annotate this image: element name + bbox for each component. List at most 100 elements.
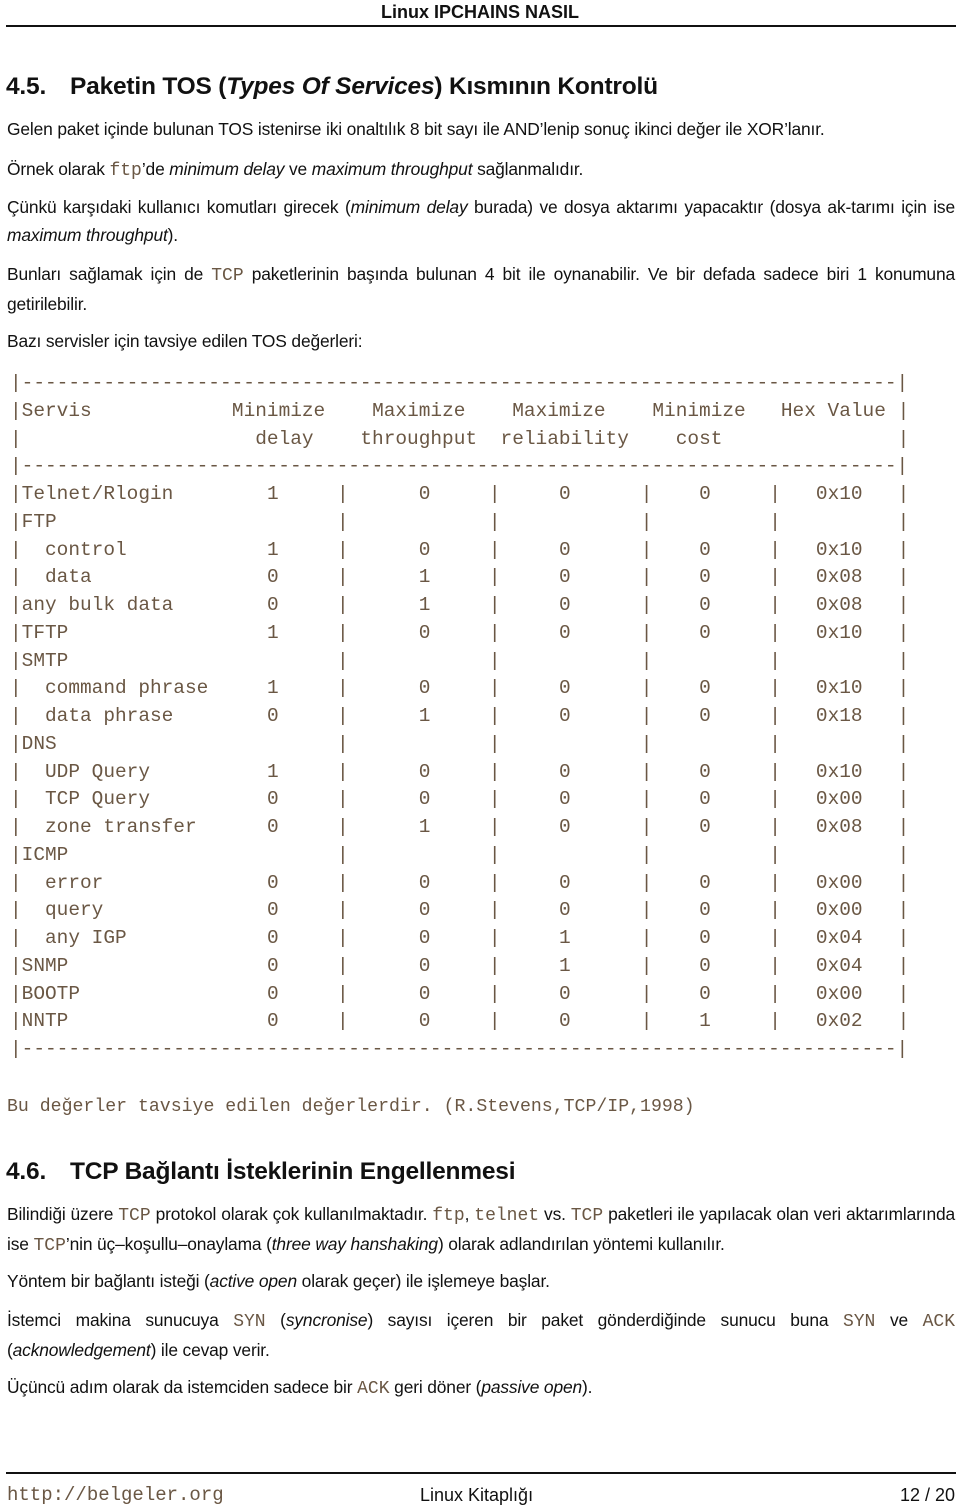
pipe: | <box>640 843 653 866</box>
min-cost-value: 0 <box>699 982 711 1005</box>
max-reliability-value: 0 <box>558 705 571 727</box>
pipe: | <box>10 538 22 561</box>
column-header: throughput <box>360 427 478 450</box>
text-segment: Bazı servisler için tavsiye edilen TOS d… <box>7 331 363 351</box>
service-name: any bulk data <box>21 594 174 616</box>
pipe: | <box>488 927 501 949</box>
text-segment: burada) ve dosya aktarımı yapacaktır (do… <box>467 197 956 217</box>
max-throughput-value: 0 <box>418 982 431 1005</box>
min-delay-value: 1 <box>266 483 279 505</box>
text-segment: olarak geçer) ile işlemeye başlar. <box>296 1271 550 1291</box>
pipe: | <box>897 871 910 894</box>
inline-code: SYN <box>842 1312 876 1332</box>
inline-code: telnet <box>474 1206 540 1226</box>
pipe: | <box>897 843 910 866</box>
pipe: | <box>337 732 349 755</box>
pipe: | <box>897 705 910 727</box>
max-reliability-value: 0 <box>558 594 571 616</box>
max-throughput-value: 1 <box>418 594 431 616</box>
min-cost-value: 0 <box>699 594 711 616</box>
text-segment: ( <box>265 1310 286 1330</box>
inline-code: TCP <box>118 1206 151 1226</box>
paragraph: Üçüncü adım olarak da istemciden sadece … <box>7 1373 955 1403</box>
max-throughput-value: 0 <box>418 760 431 783</box>
hex-value: 0x00 <box>815 788 863 811</box>
hex-value: 0x08 <box>815 816 863 838</box>
service-name: error <box>21 871 104 894</box>
pipe: | <box>769 954 781 977</box>
min-delay-value: 0 <box>266 788 279 811</box>
pipe: | <box>897 816 910 838</box>
paragraph: Bunları sağlamak için de TCP paketlerini… <box>7 260 955 318</box>
min-delay-value: 0 <box>266 705 279 727</box>
pipe: | <box>769 677 781 700</box>
pipe: | <box>10 927 22 949</box>
text-segment: ) Kısmının Kontrolü <box>434 73 658 100</box>
pipe: | <box>337 982 349 1005</box>
pipe: | <box>640 871 653 894</box>
pipe: | <box>640 538 653 561</box>
max-throughput-value: 1 <box>418 566 431 589</box>
max-reliability-value: 0 <box>558 621 571 644</box>
footer-url-link[interactable]: http://belgeler.org <box>7 1482 224 1508</box>
pipe: | <box>10 510 22 533</box>
max-throughput-value: 0 <box>418 1010 431 1033</box>
hex-value: 0x00 <box>815 871 863 894</box>
pipe: | <box>10 760 22 783</box>
section-title: Paketin TOS (Types Of Services) Kısmının… <box>70 73 658 100</box>
pipe: | <box>640 954 653 977</box>
text-segment: ’de <box>141 159 170 179</box>
pipe: | <box>769 816 781 838</box>
max-throughput-value: 0 <box>418 871 431 894</box>
service-name: control <box>21 538 127 561</box>
inline-code: ftp <box>432 1206 465 1226</box>
min-delay-value: 0 <box>266 871 279 894</box>
pipe: | <box>769 566 781 589</box>
separator-line: |---------------------------------------… <box>10 1038 909 1060</box>
max-throughput-value: 0 <box>418 899 431 922</box>
service-name: Telnet/Rlogin <box>21 483 174 505</box>
max-reliability-value: 1 <box>558 927 571 949</box>
min-delay-value: 0 <box>266 927 279 949</box>
hex-value: 0x18 <box>815 705 863 727</box>
min-cost-value: 0 <box>699 705 711 727</box>
service-name: TCP Query <box>21 788 150 811</box>
pipe: | <box>640 982 653 1005</box>
min-delay-value: 0 <box>266 566 279 589</box>
text-segment: İstemci makina sunucuya <box>7 1310 234 1330</box>
max-throughput-value: 0 <box>418 788 431 811</box>
pipe: | <box>10 788 22 811</box>
text-segment: Bunları sağlamak için de <box>7 264 212 284</box>
text-segment: ) ile cevap verir. <box>150 1340 270 1360</box>
hex-value: 0x10 <box>815 621 863 644</box>
pipe: | <box>640 816 653 838</box>
inline-code: ACK <box>357 1379 390 1399</box>
pipe: | <box>769 760 781 783</box>
pipe: | <box>337 954 349 977</box>
min-cost-value: 0 <box>699 483 711 505</box>
pipe: | <box>10 899 22 922</box>
pipe: | <box>640 677 653 700</box>
min-cost-value: 0 <box>699 677 711 700</box>
pipe: | <box>897 399 910 422</box>
pipe: | <box>897 677 910 700</box>
pipe: | <box>897 621 910 644</box>
emphasis-text: acknowledgement <box>12 1340 151 1360</box>
pipe: | <box>488 871 501 894</box>
pipe: | <box>337 621 349 644</box>
pipe: | <box>10 483 22 505</box>
pipe: | <box>337 1010 349 1033</box>
max-reliability-value: 0 <box>558 788 571 811</box>
min-delay-value: 0 <box>266 954 279 977</box>
pipe: | <box>10 1010 22 1033</box>
emphasis-text: active open <box>209 1271 297 1291</box>
pipe: | <box>10 399 22 422</box>
text-segment: ’nin üç–koşullu–onaylama ( <box>65 1234 272 1254</box>
max-reliability-value: 0 <box>558 566 571 589</box>
min-delay-value: 1 <box>266 621 279 644</box>
text-segment: ) olarak adlandırılan yöntemi kullanılır… <box>437 1234 725 1254</box>
hex-value: 0x08 <box>815 594 863 616</box>
pipe: | <box>488 788 501 811</box>
column-header: Maximize <box>372 399 466 422</box>
service-name: DNS <box>21 732 57 755</box>
